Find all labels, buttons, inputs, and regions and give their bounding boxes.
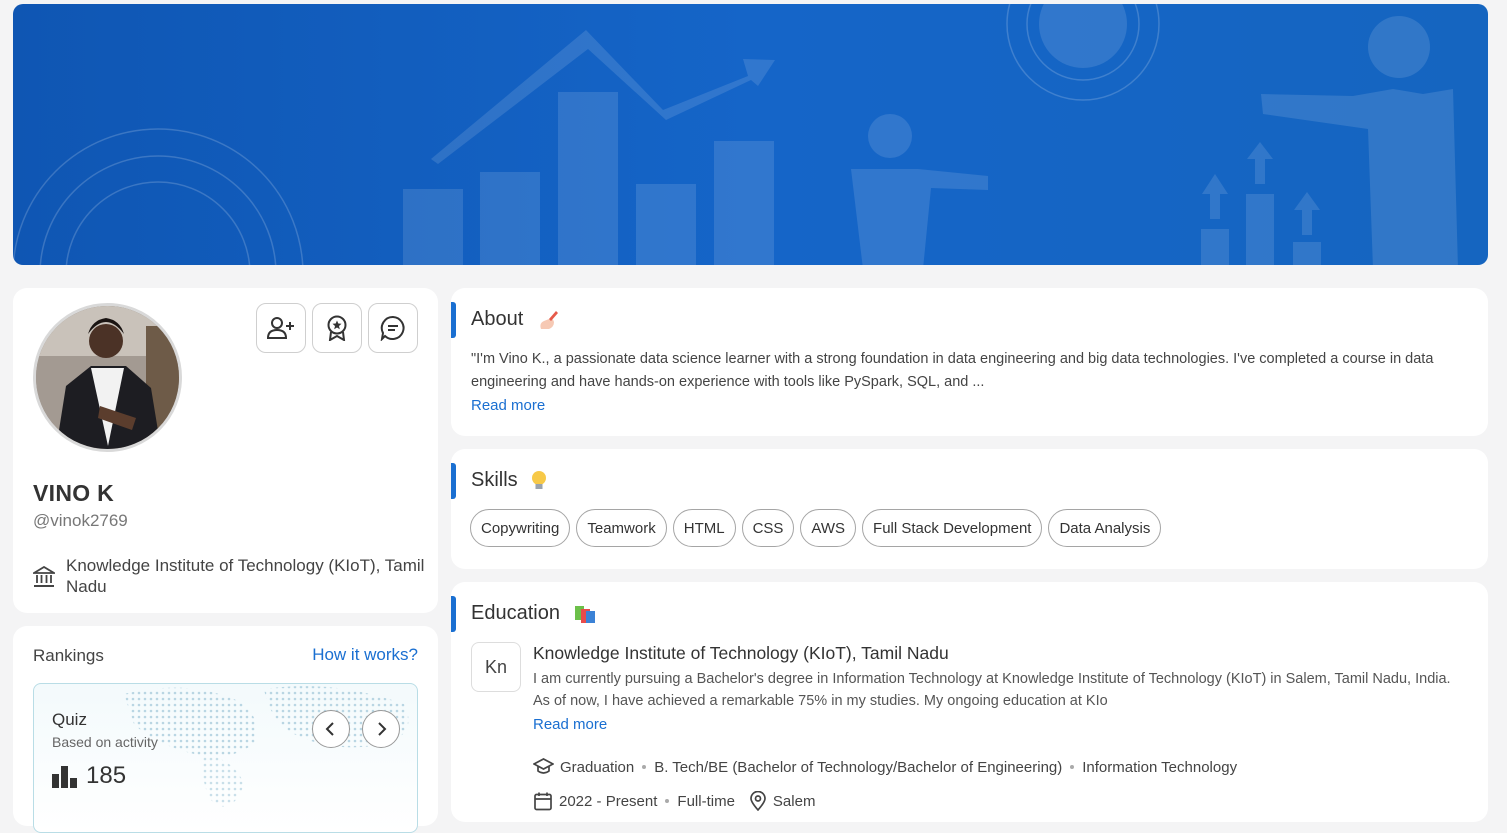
institution-logo: Kn bbox=[471, 642, 521, 692]
education-degree-row: Graduation B. Tech/BE (Bachelor of Techn… bbox=[533, 758, 1237, 776]
education-read-more-link[interactable]: Read more bbox=[533, 716, 607, 733]
education-title: Education bbox=[471, 602, 596, 625]
about-title: About bbox=[471, 308, 559, 331]
education-section: Education Kn Knowledge Institute of Tech… bbox=[451, 582, 1488, 822]
profile-banner bbox=[13, 4, 1488, 265]
about-title-text: About bbox=[471, 308, 524, 330]
education-field: Information Technology bbox=[1082, 758, 1238, 776]
banner-illustration bbox=[13, 4, 1458, 265]
skill-chip[interactable]: Copywriting bbox=[470, 509, 571, 547]
profile-card: VINO K @vinok2769 Knowledge Institute of… bbox=[13, 288, 438, 613]
badges-button[interactable] bbox=[312, 303, 362, 353]
chevron-left-icon bbox=[325, 722, 334, 736]
quiz-rank-card: Quiz Based on activity 185 bbox=[33, 683, 418, 833]
education-mode: Full-time bbox=[677, 792, 735, 810]
quiz-rank-value: 185 bbox=[86, 762, 127, 789]
section-accent bbox=[451, 463, 456, 499]
about-section: About "I'm Vino K., a passionate data sc… bbox=[451, 288, 1488, 436]
next-rank-button[interactable] bbox=[362, 710, 400, 748]
add-user-icon bbox=[267, 317, 294, 339]
section-accent bbox=[451, 596, 456, 632]
rankings-card: Rankings How it works? Quiz Based on act… bbox=[13, 626, 438, 833]
graduation-cap-icon bbox=[533, 758, 554, 774]
education-title-text: Education bbox=[471, 602, 560, 624]
skills-title-text: Skills bbox=[471, 469, 518, 491]
prev-rank-button[interactable] bbox=[312, 710, 350, 748]
skills-list: Copywriting Teamwork HTML CSS AWS Full S… bbox=[470, 509, 1162, 547]
follow-button[interactable] bbox=[256, 303, 306, 353]
education-institution: Knowledge Institute of Technology (KIoT)… bbox=[533, 643, 949, 663]
separator-dot bbox=[642, 765, 647, 769]
skill-chip[interactable]: CSS bbox=[741, 509, 795, 547]
world-map-pattern bbox=[124, 686, 409, 807]
profile-institution: Knowledge Institute of Technology (KIoT)… bbox=[66, 556, 425, 596]
education-duration: 2022 - Present bbox=[559, 792, 658, 810]
message-button[interactable] bbox=[368, 303, 418, 353]
how-it-works-link[interactable]: How it works? bbox=[312, 645, 418, 665]
skill-chip[interactable]: Full Stack Development bbox=[862, 509, 1043, 547]
skills-title: Skills bbox=[471, 469, 547, 492]
profile-name: VINO K bbox=[33, 480, 115, 506]
institution-icon bbox=[33, 566, 55, 587]
award-icon bbox=[327, 315, 347, 341]
calendar-icon bbox=[534, 792, 552, 811]
skill-chip[interactable]: HTML bbox=[672, 509, 736, 547]
profile-handle: @vinok2769 bbox=[33, 511, 128, 530]
skill-chip[interactable]: Teamwork bbox=[576, 509, 667, 547]
books-icon bbox=[574, 605, 595, 623]
education-location: Salem bbox=[772, 792, 816, 810]
education-description: I am currently pursuing a Bachelor's deg… bbox=[533, 671, 1451, 709]
lightbulb-icon bbox=[532, 470, 547, 489]
education-degree: B. Tech/BE (Bachelor of Technology/Bache… bbox=[654, 758, 1063, 776]
bar-chart-icon bbox=[52, 766, 77, 788]
separator-dot bbox=[665, 799, 670, 803]
avatar[interactable] bbox=[33, 303, 182, 452]
writing-hand-icon bbox=[540, 310, 558, 329]
rankings-title: Rankings bbox=[33, 646, 104, 665]
about-read-more-link[interactable]: Read more bbox=[471, 397, 545, 414]
skill-chip[interactable]: AWS bbox=[800, 509, 857, 547]
avatar-photo bbox=[36, 306, 179, 449]
chat-icon bbox=[380, 315, 405, 341]
section-accent bbox=[451, 302, 456, 338]
location-pin-icon bbox=[750, 791, 766, 811]
quiz-label: Quiz bbox=[52, 710, 87, 729]
about-text: "I'm Vino K., a passionate data science … bbox=[471, 351, 1434, 390]
chevron-right-icon bbox=[378, 722, 387, 736]
skill-chip[interactable]: Data Analysis bbox=[1048, 509, 1162, 547]
education-level: Graduation bbox=[560, 758, 635, 776]
separator-dot bbox=[1070, 765, 1075, 769]
education-duration-row: 2022 - Present Full-time Salem bbox=[533, 791, 815, 811]
quiz-sublabel: Based on activity bbox=[52, 734, 158, 750]
skills-section: Skills Copywriting Teamwork HTML CSS AWS… bbox=[451, 449, 1488, 569]
